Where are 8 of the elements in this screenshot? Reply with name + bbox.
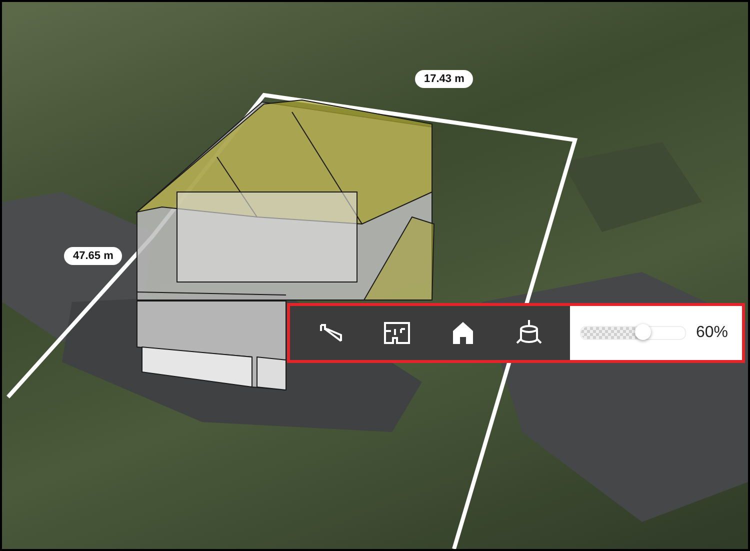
slider-thumb[interactable] [635, 324, 652, 340]
opacity-value: 60% [696, 324, 728, 342]
floor-plan-icon [383, 321, 411, 345]
opacity-slider[interactable] [580, 326, 686, 340]
distance-label: 17.43 m [415, 70, 474, 88]
house-icon [451, 321, 475, 345]
section-cut-icon [319, 323, 343, 343]
distance-label: 47.65 m [64, 247, 122, 265]
